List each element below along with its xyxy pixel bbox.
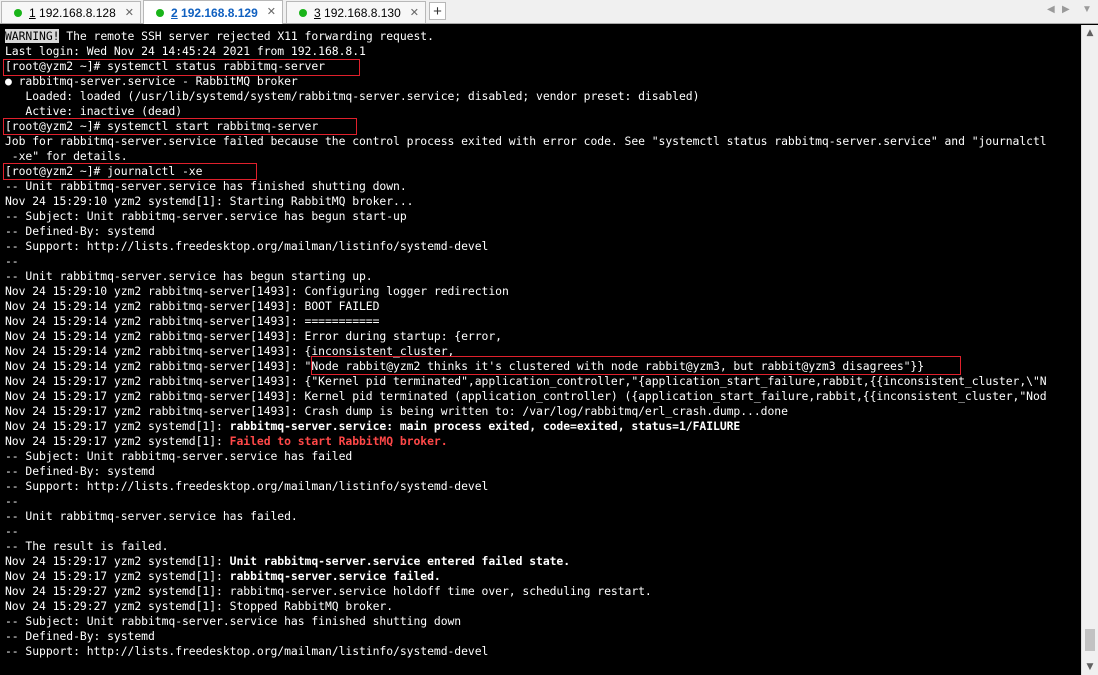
terminal-line: -- Unit rabbitmq-server.service has fini… [5, 179, 407, 193]
terminal-line: Nov 24 15:29:17 yzm2 systemd[1]: rabbitm… [5, 419, 741, 433]
highlight-box-status-command [3, 59, 360, 76]
terminal-line: -- Defined-By: systemd [5, 629, 155, 643]
terminal-line: Nov 24 15:29:14 yzm2 rabbitmq-server[149… [5, 314, 380, 328]
tab-menu-icon[interactable]: ▼ [1082, 4, 1092, 15]
tab-label: 2 192.168.8.129 [171, 5, 258, 20]
terminal-line: -- Unit rabbitmq-server.service has begu… [5, 269, 373, 283]
terminal-line: WARNING! The remote SSH server rejected … [5, 29, 434, 43]
terminal-line: Nov 24 15:29:17 yzm2 rabbitmq-server[149… [5, 374, 1047, 388]
terminal-line: -- Support: http://lists.freedesktop.org… [5, 644, 489, 658]
terminal-line: Job for rabbitmq-server.service failed b… [5, 134, 1047, 148]
highlight-box-journalctl-command [3, 163, 257, 180]
terminal-line: Nov 24 15:29:14 yzm2 rabbitmq-server[149… [5, 329, 502, 343]
session-tab-bar: 1 192.168.8.128 ✕ 2 192.168.8.129 ✕ 3 19… [0, 0, 1098, 24]
highlight-box-start-command [3, 118, 357, 135]
terminal-line: -- Defined-By: systemd [5, 464, 155, 478]
terminal-line: Active: inactive (dead) [5, 104, 183, 118]
terminal-scrollbar[interactable]: ▲ ▼ [1081, 25, 1098, 675]
close-tab-icon[interactable]: ✕ [267, 5, 276, 18]
warning-label: WARNING! [5, 29, 60, 43]
connection-status-icon [14, 8, 22, 17]
session-tab-1[interactable]: 1 192.168.8.128 ✕ [1, 1, 141, 23]
new-tab-button[interactable]: + [429, 2, 446, 20]
terminal-line: -- The result is failed. [5, 539, 169, 553]
highlight-box-inconsistent-cluster-message [311, 356, 961, 375]
scrollbar-thumb[interactable] [1085, 629, 1095, 651]
terminal-line: -- Unit rabbitmq-server.service has fail… [5, 509, 298, 523]
connection-status-icon [156, 8, 164, 17]
terminal-line: Nov 24 15:29:27 yzm2 systemd[1]: rabbitm… [5, 584, 652, 598]
terminal-line: -- Defined-By: systemd [5, 224, 155, 238]
terminal-line: -- Subject: Unit rabbitmq-server.service… [5, 614, 462, 628]
terminal-output[interactable]: WARNING! The remote SSH server rejected … [0, 25, 1081, 675]
tab-prev-arrow-icon[interactable]: ◀ [1047, 4, 1055, 15]
terminal-line: -- Support: http://lists.freedesktop.org… [5, 239, 489, 253]
tab-label: 1 192.168.8.128 [29, 5, 116, 20]
terminal-line: Nov 24 15:29:10 yzm2 systemd[1]: Startin… [5, 194, 414, 208]
terminal-line: Nov 24 15:29:17 yzm2 systemd[1]: rabbitm… [5, 569, 441, 583]
terminal-line: -- [5, 524, 19, 538]
terminal-line: Nov 24 15:29:17 yzm2 rabbitmq-server[149… [5, 404, 788, 418]
session-tab-3[interactable]: 3 192.168.8.130 ✕ [286, 1, 426, 23]
session-tab-2[interactable]: 2 192.168.8.129 ✕ [143, 0, 283, 24]
error-message: Failed to start RabbitMQ broker. [229, 434, 448, 448]
terminal-line: -xe" for details. [5, 149, 128, 163]
terminal-line: Nov 24 15:29:17 yzm2 rabbitmq-server[149… [5, 389, 1047, 403]
terminal-line: Last login: Wed Nov 24 14:45:24 2021 fro… [5, 44, 366, 58]
terminal-line: Nov 24 15:29:17 yzm2 systemd[1]: Failed … [5, 434, 448, 448]
terminal-line: -- Subject: Unit rabbitmq-server.service… [5, 209, 407, 223]
terminal-line: Nov 24 15:29:10 yzm2 rabbitmq-server[149… [5, 284, 509, 298]
tab-next-arrow-icon[interactable]: ▶ [1062, 4, 1070, 15]
connection-status-icon [299, 8, 307, 17]
terminal-line: -- [5, 494, 19, 508]
tab-label: 3 192.168.8.130 [314, 5, 401, 20]
terminal-line: Loaded: loaded (/usr/lib/systemd/system/… [5, 89, 700, 103]
terminal-line: Nov 24 15:29:14 yzm2 rabbitmq-server[149… [5, 299, 380, 313]
terminal-line: -- Support: http://lists.freedesktop.org… [5, 479, 489, 493]
close-tab-icon[interactable]: ✕ [125, 6, 134, 19]
scroll-up-arrow-icon[interactable]: ▲ [1082, 25, 1098, 41]
terminal-line: -- Subject: Unit rabbitmq-server.service… [5, 449, 353, 463]
terminal-line: ● rabbitmq-server.service - RabbitMQ bro… [5, 74, 298, 88]
close-tab-icon[interactable]: ✕ [410, 6, 419, 19]
terminal-line: Nov 24 15:29:27 yzm2 systemd[1]: Stopped… [5, 599, 394, 613]
terminal-line: -- [5, 254, 19, 268]
scroll-down-arrow-icon[interactable]: ▼ [1082, 659, 1098, 675]
terminal-line: Nov 24 15:29:17 yzm2 systemd[1]: Unit ra… [5, 554, 571, 568]
